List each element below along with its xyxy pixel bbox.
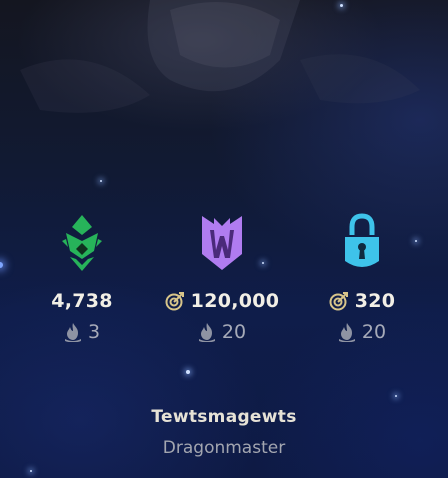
stat-value: 120,000: [190, 290, 280, 312]
stat-locked[interactable]: 320 20: [292, 210, 432, 344]
flame-icon: [338, 323, 355, 342]
summoner-title: Dragonmaster: [162, 438, 286, 458]
flame-icon: [64, 323, 81, 342]
flame-icon: [198, 323, 215, 342]
star-sparkle: [186, 370, 190, 374]
star-sparkle: [395, 395, 397, 397]
cyan-padlock-icon: [330, 210, 394, 276]
star-sparkle: [30, 470, 32, 472]
stat-value: 4,738: [51, 290, 113, 312]
stat-challenge[interactable]: 120,000 20: [152, 210, 292, 344]
green-mastery-crest-icon: [50, 210, 114, 276]
star-sparkle: [100, 180, 102, 182]
target-icon: [329, 292, 348, 311]
stat-value: 320: [354, 290, 396, 312]
purple-w-crest-icon: [190, 210, 254, 276]
stat-count: 3: [87, 321, 101, 343]
edge-glow: [0, 262, 3, 268]
stat-mastery[interactable]: 4,738 3: [12, 210, 152, 344]
target-icon: [165, 292, 184, 311]
background-banner-art: [20, 0, 420, 113]
summoner-name: Tewtsmagewts: [151, 407, 297, 427]
stat-count: 20: [221, 321, 247, 343]
star-sparkle: [340, 4, 343, 7]
profile-stats-panel: 4,738 3 120,000 20 320 20 Tewtsmagewts D…: [0, 0, 448, 478]
stat-count: 20: [361, 321, 387, 343]
